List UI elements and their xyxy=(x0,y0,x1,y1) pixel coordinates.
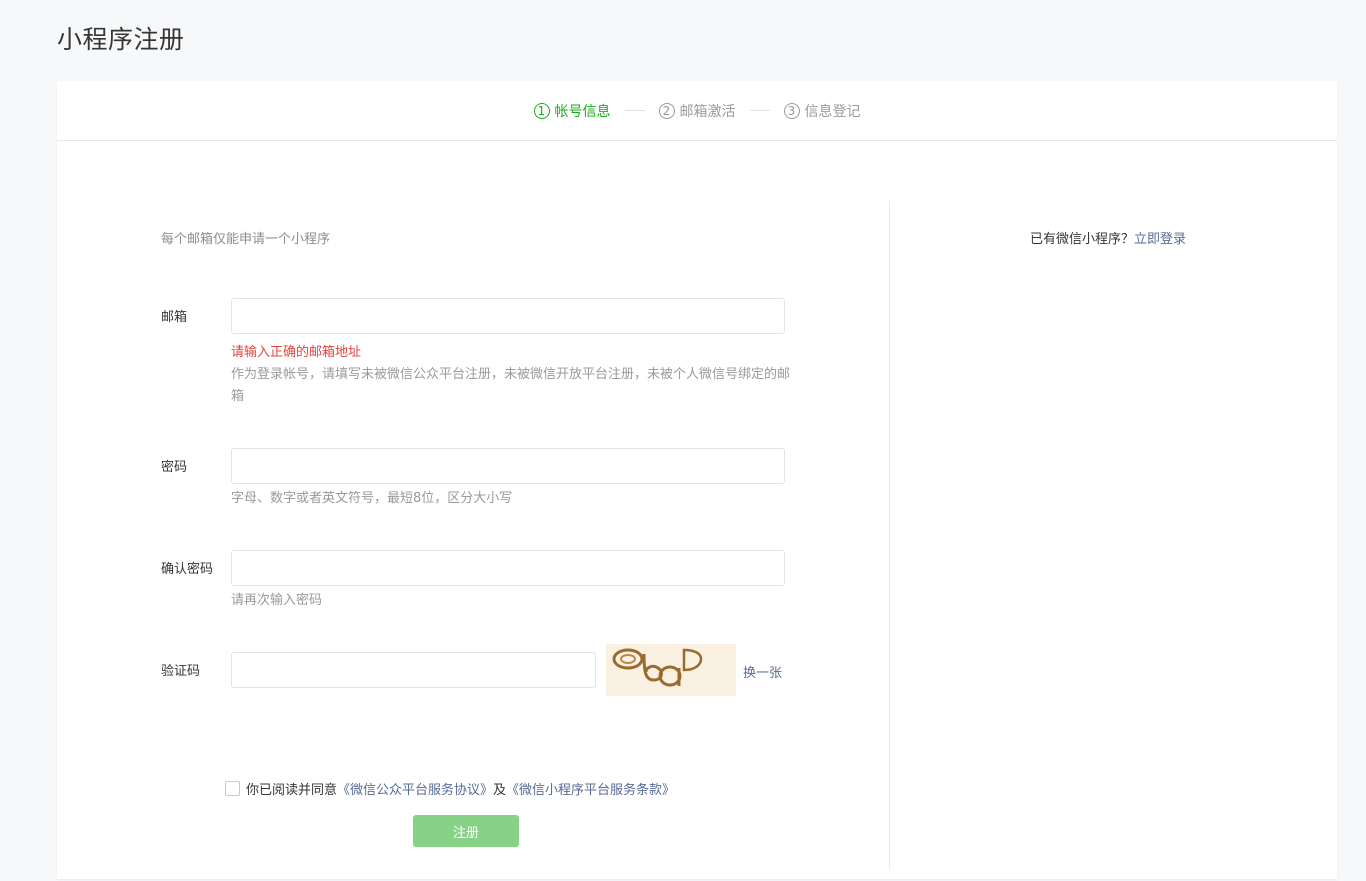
login-tip-text: 已有微信小程序？ xyxy=(1030,232,1135,247)
step-indicator: 1 帐号信息 2 邮箱激活 3 信息登记 xyxy=(57,81,1337,141)
agreement-prefix: 你已阅读并同意 xyxy=(246,783,338,798)
email-field[interactable] xyxy=(231,298,785,334)
step-number-1: 1 xyxy=(533,102,550,119)
miniprogram-terms-link[interactable]: 《微信小程序平台服务条款》 xyxy=(506,779,675,798)
page-title: 小程序注册 xyxy=(57,25,185,54)
existing-account-tip: 已有微信小程序？立即登录 xyxy=(1030,228,1186,247)
step-label: 邮箱激活 xyxy=(679,103,736,120)
email-hint: 作为登录帐号，请填写未被微信公众平台注册，未被微信开放平台注册，未被个人微信号绑… xyxy=(231,367,791,404)
captcha-glyphs xyxy=(612,648,703,687)
captcha-label: 验证码 xyxy=(161,664,201,679)
step-account-info: 1 帐号信息 xyxy=(533,101,611,121)
step-label: 信息登记 xyxy=(804,103,861,120)
confirm-password-field[interactable] xyxy=(231,550,785,586)
refresh-captcha-link[interactable]: 换一张 xyxy=(743,662,782,681)
email-error-message: 请输入正确的邮箱地址 xyxy=(231,345,362,360)
step-info-registration: 3 信息登记 xyxy=(783,101,861,121)
login-now-link[interactable]: 立即登录 xyxy=(1134,232,1186,247)
platform-service-agreement-link[interactable]: 《微信公众平台服务协议》 xyxy=(337,779,493,798)
confirm-password-label: 确认密码 xyxy=(161,562,214,577)
password-hint: 字母、数字或者英文符号，最短8位，区分大小写 xyxy=(231,491,513,506)
registration-card: 1 帐号信息 2 邮箱激活 3 信息登记 每个邮箱仅能申请一个小程序 邮箱 请输… xyxy=(57,81,1337,879)
step-number-3: 3 xyxy=(783,102,800,119)
vertical-divider xyxy=(889,201,890,869)
email-label: 邮箱 xyxy=(161,310,188,325)
register-button[interactable]: 注册 xyxy=(413,815,519,847)
captcha-field[interactable] xyxy=(231,652,596,688)
password-label: 密码 xyxy=(161,460,188,475)
step-connector xyxy=(749,110,770,111)
agreement-row: 你已阅读并同意 《微信公众平台服务协议》 及 《微信小程序平台服务条款》 xyxy=(225,779,675,798)
agreement-checkbox[interactable] xyxy=(225,781,240,796)
agreement-middle: 及 xyxy=(493,783,507,798)
step-label: 帐号信息 xyxy=(554,103,611,120)
captcha-image[interactable] xyxy=(606,644,736,696)
confirm-password-hint: 请再次输入密码 xyxy=(231,593,323,608)
one-email-notice: 每个邮箱仅能申请一个小程序 xyxy=(161,232,331,247)
step-email-activation: 2 邮箱激活 xyxy=(658,101,736,121)
password-field[interactable] xyxy=(231,448,785,484)
step-number-2: 2 xyxy=(658,102,675,119)
step-connector xyxy=(624,110,645,111)
